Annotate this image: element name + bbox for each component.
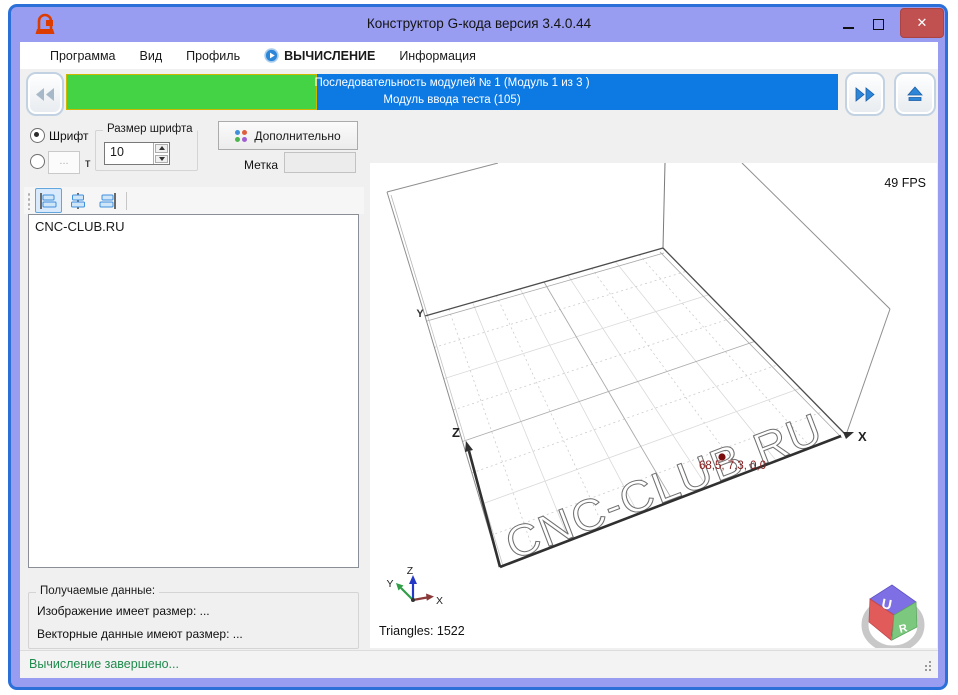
font-size-value[interactable]: 10 (105, 143, 153, 164)
text-radio-label: т (85, 156, 91, 170)
double-left-arrow-icon (36, 87, 54, 101)
menu-profil[interactable]: Профиль (174, 45, 252, 67)
text-source-radio[interactable] (30, 154, 45, 169)
align-left-icon (39, 192, 56, 209)
spinner-up-button[interactable] (155, 144, 168, 153)
resize-grip[interactable] (921, 659, 931, 671)
wall-back-left (387, 163, 665, 316)
watermark-text: CNC-CLUB.RU (499, 404, 829, 569)
cursor-coordinates: 68,5, 7,3, 0,0 (699, 460, 766, 472)
toolbar-separator (126, 191, 127, 210)
menu-programma[interactable]: Программа (38, 45, 128, 67)
cursor-point (718, 453, 726, 461)
align-right-icon (99, 192, 116, 209)
viewport-3d[interactable]: CNC-CLUB.RU X Z Y 68,5, 7,3, 0,0 49 FPS … (370, 162, 937, 653)
menu-vychislenie[interactable]: ВЫЧИСЛЕНИЕ (252, 44, 387, 67)
down-arrow-icon (158, 156, 165, 161)
font-size-spinner[interactable]: 10 (104, 142, 170, 165)
up-arrow-icon (158, 146, 165, 151)
progress-text: Последовательность модулей № 1 (Модуль 1… (66, 74, 838, 110)
mark-field[interactable] (284, 152, 356, 173)
x-axis-label: X (858, 429, 867, 444)
mark-label: Метка (244, 158, 279, 172)
orientation-gizmo: Z Y X (386, 565, 443, 607)
vector-size-line: Векторные данные имеют размер: ... (37, 627, 243, 641)
font-radio-label: Шрифт (49, 129, 89, 143)
align-left-button[interactable] (35, 188, 62, 213)
eject-icon (907, 86, 923, 101)
menu-bar: Программа Вид Профиль ВЫЧИСЛЕНИЕ Информа… (20, 42, 938, 69)
fps-counter: 49 FPS (884, 176, 926, 190)
menu-vid[interactable]: Вид (128, 45, 175, 67)
advanced-button-label: Дополнительно (254, 128, 341, 143)
triangle-counter: Triangles: 1522 (379, 624, 465, 638)
progress-line2: Модуль ввода теста (105) (383, 94, 521, 106)
gizmo-z-label: Z (407, 565, 414, 577)
menu-informaciya[interactable]: Информация (387, 45, 488, 67)
spinner-down-button[interactable] (155, 154, 168, 163)
minimize-button[interactable] (834, 14, 862, 34)
align-center-button[interactable] (64, 188, 91, 213)
browse-button[interactable]: ... (48, 151, 80, 174)
align-center-icon (70, 192, 85, 209)
next-module-button[interactable] (845, 72, 885, 116)
minimize-icon (842, 27, 854, 29)
progress-bar: Последовательность модулей № 1 (Модуль 1… (66, 74, 838, 110)
align-right-button[interactable] (93, 188, 120, 213)
spinner-buttons (153, 143, 169, 164)
gizmo-x-label: X (436, 595, 443, 607)
maximize-button[interactable] (864, 14, 892, 34)
font-radio[interactable] (30, 128, 45, 143)
z-axis: Z (452, 425, 502, 568)
scene-3d: CNC-CLUB.RU X Z Y 68,5, 7,3, 0,0 49 FPS … (379, 162, 926, 653)
eject-button[interactable] (894, 72, 936, 116)
advanced-button[interactable]: Дополнительно (218, 121, 358, 150)
text-editor-area[interactable]: CNC-CLUB.RU (28, 214, 359, 568)
progress-line1: Последовательность модулей № 1 (Модуль 1… (314, 77, 590, 90)
status-message: Вычисление завершено... (29, 657, 179, 671)
maximize-icon (872, 18, 884, 30)
gizmo-y-label: Y (386, 578, 393, 590)
app-logo-cube: U R (861, 584, 925, 653)
image-size-line: Изображение имеет размер: ... (37, 604, 210, 618)
alignment-toolbar (24, 187, 364, 214)
font-size-group-title: Размер шрифта (103, 123, 197, 135)
play-circle-icon (264, 48, 279, 63)
y-axis-label: Y (416, 308, 424, 320)
window-title: Конструктор G-кода версия 3.4.0.44 (366, 16, 592, 31)
close-icon: ✕ (916, 15, 928, 30)
status-bar: Вычисление завершено... (20, 650, 938, 678)
wall-back-right (663, 163, 890, 435)
z-axis-label: Z (452, 425, 460, 440)
received-data-title: Получаемые данные: (36, 585, 160, 597)
toolbar-grip[interactable] (27, 191, 31, 210)
previous-module-button[interactable] (26, 72, 64, 116)
close-button[interactable]: ✕ (900, 8, 944, 38)
colored-dots-icon (235, 129, 248, 142)
double-right-arrow-icon (855, 86, 875, 102)
